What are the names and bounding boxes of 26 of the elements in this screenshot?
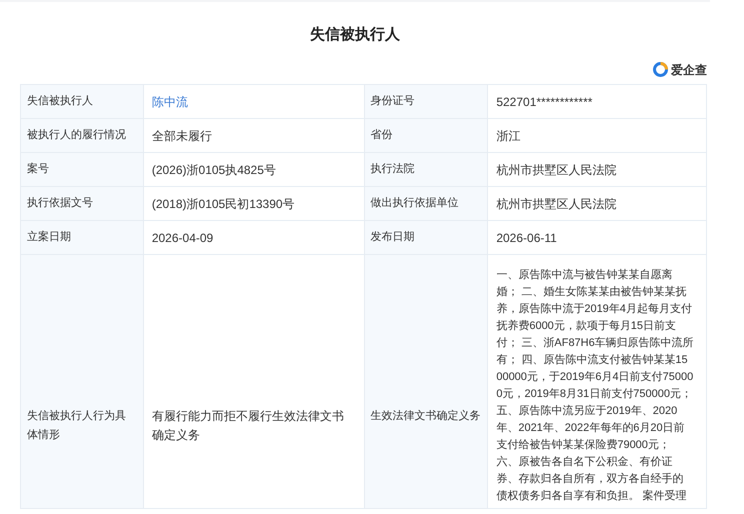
- field-label: 生效法律文书确定义务: [370, 410, 480, 422]
- name-link[interactable]: 陈中流: [152, 92, 188, 110]
- brand-logo-text: 爱企查: [671, 62, 707, 79]
- field-label: 案号: [27, 162, 49, 178]
- field-label: 做出执行依据单位: [370, 196, 458, 212]
- field-label: 立案日期: [27, 230, 71, 246]
- field-value: 杭州市拱墅区人民法院: [496, 162, 616, 178]
- field-value: 浙江: [496, 128, 520, 144]
- field-value: (2026)浙0105执4825号: [152, 162, 276, 178]
- field-value: 2026-04-09: [152, 230, 214, 246]
- field-label: 发布日期: [370, 230, 414, 246]
- field-label: 省份: [370, 128, 392, 144]
- field-label: 失信被执行人行为具体情形: [27, 410, 126, 441]
- page-title: 失信被执行人: [310, 25, 400, 45]
- field-label: 被执行人的履行情况: [27, 128, 126, 144]
- field-label: 身份证号: [370, 94, 414, 110]
- field-value: 全部未履行: [152, 128, 212, 144]
- field-value: 杭州市拱墅区人民法院: [496, 196, 616, 212]
- field-value: (2018)浙0105民初13390号: [152, 196, 295, 212]
- field-value: 有履行能力而拒不履行生效法律文书确定义务: [152, 409, 344, 442]
- field-value: 2026-06-11: [496, 230, 557, 246]
- field-label: 失信被执行人: [27, 94, 93, 110]
- field-value: 一、原告陈中流与被告钟某某自愿离 婚； 二、婚生女陈某某由被告钟某某抚 养，原告陈中流于2019年4月起每月支付 抚养费6000元，款项于每月15日前支 付； 三、浙AF87H6车辆归原告陈中流所 有； 四、原告陈中流支付被告钟某某15 00000元，于2019年6月4日前支付75000 0元，2019年8月31日前支付750000元； 五、原告陈中流另应于2019年、2020 年、2021年、2022年每年的6月20日前 支付给被告钟某某保险费79000元； 六、原被告各自名下公积金、有价证 券、存款归各自所有，双方各自经手的 债权债务归各自享有和负担。 案件受理: [496, 268, 695, 504]
- field-label: 执行法院: [370, 162, 414, 178]
- field-value: 522701************: [496, 94, 592, 110]
- field-label: 执行依据文号: [27, 196, 93, 212]
